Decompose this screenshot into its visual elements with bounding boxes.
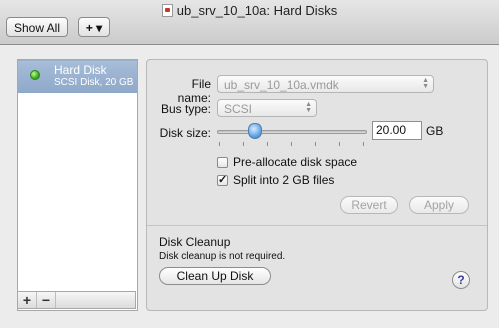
slider-tick (267, 142, 268, 146)
slider-tick (339, 142, 340, 146)
device-list-item-hard-disk[interactable]: Hard Disk SCSI Disk, 20 GB (18, 60, 137, 93)
hard-disks-window: ub_srv_10_10a: Hard Disks Show All + ▾ H… (0, 0, 499, 328)
slider-tick (291, 142, 292, 146)
disk-size-input[interactable]: 20.00 (372, 121, 422, 140)
split-files-label: Split into 2 GB files (233, 173, 335, 187)
device-list-footer: + − (17, 291, 136, 309)
preallocate-checkbox[interactable] (217, 157, 228, 168)
apply-button[interactable]: Apply (409, 196, 469, 214)
device-description: SCSI Disk, 20 GB (54, 77, 134, 88)
show-all-button[interactable]: Show All (6, 17, 68, 37)
file-name-popup[interactable]: ub_srv_10_10a.vmdk ▲ ▼ (217, 75, 434, 93)
disk-size-slider-knob[interactable] (247, 123, 262, 139)
device-name: Hard Disk (54, 63, 107, 77)
slider-tick (363, 142, 364, 146)
document-icon (161, 4, 173, 17)
disk-size-unit: GB (426, 124, 444, 138)
bus-type-label: Bus type: (160, 102, 211, 116)
title-area: ub_srv_10_10a: Hard Disks (0, 3, 499, 18)
content-area: Hard Disk SCSI Disk, 20 GB + − File name… (0, 45, 499, 328)
popup-arrows-icon: ▲ ▼ (305, 101, 312, 114)
bus-type-value: SCSI (224, 102, 253, 116)
add-device-button[interactable]: + (18, 292, 37, 308)
remove-device-button[interactable]: − (37, 292, 56, 308)
file-name-label: File name: (177, 77, 211, 105)
help-icon[interactable]: ? (452, 271, 470, 289)
revert-button[interactable]: Revert (340, 196, 398, 214)
clean-up-disk-button[interactable]: Clean Up Disk (159, 267, 271, 285)
file-name-value: ub_srv_10_10a.vmdk (224, 78, 339, 92)
add-device-menu-button[interactable]: + ▾ (78, 17, 110, 37)
disk-size-label: Disk size: (159, 126, 211, 140)
slider-tick (219, 142, 220, 146)
preallocate-label: Pre-allocate disk space (233, 155, 358, 169)
status-indicator-icon (30, 70, 40, 80)
disk-cleanup-heading: Disk Cleanup (159, 235, 231, 249)
hard-disk-settings-panel: File name: ub_srv_10_10a.vmdk ▲ ▼ Bus typ… (146, 59, 488, 311)
disk-cleanup-status: Disk cleanup is not required. (159, 251, 286, 262)
slider-tick (315, 142, 316, 146)
slider-tick (243, 142, 244, 146)
section-divider (147, 225, 487, 226)
disk-size-slider-track[interactable] (217, 130, 367, 134)
split-files-checkbox[interactable] (217, 173, 228, 186)
bus-type-popup[interactable]: SCSI ▲ ▼ (217, 99, 317, 117)
window-title: ub_srv_10_10a: Hard Disks (176, 3, 338, 18)
device-list: Hard Disk SCSI Disk, 20 GB (17, 59, 138, 311)
popup-arrows-icon: ▲ ▼ (422, 77, 429, 90)
toolbar: ub_srv_10_10a: Hard Disks Show All + ▾ (0, 0, 499, 45)
